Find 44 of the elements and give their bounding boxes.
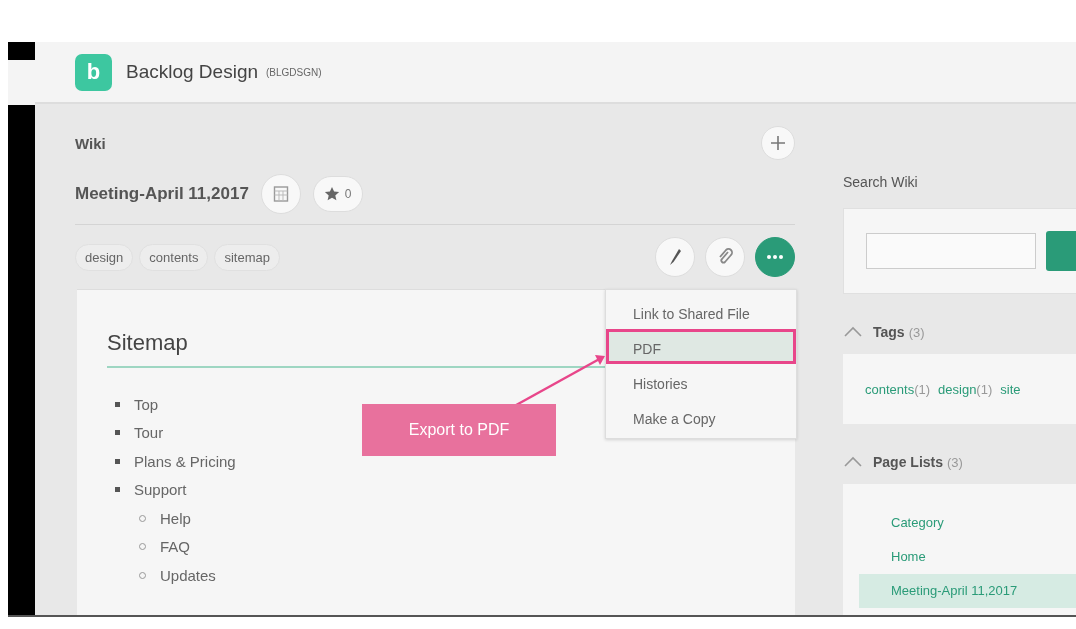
bullet-icon: [115, 487, 120, 493]
bullet-icon: [115, 401, 120, 407]
more-button[interactable]: [755, 237, 795, 277]
page-title: Meeting-April 11,2017: [75, 184, 249, 204]
pen-icon[interactable]: [655, 237, 695, 277]
list-item: Help: [160, 509, 191, 527]
search-title: Search Wiki: [843, 174, 919, 190]
tag-chip[interactable]: design: [75, 243, 134, 271]
paperclip-icon[interactable]: [705, 237, 745, 277]
tag-chip[interactable]: sitemap: [214, 243, 280, 271]
list-item: FAQ: [160, 538, 190, 556]
search-field[interactable]: [866, 233, 1036, 269]
star-icon: [323, 186, 340, 202]
section-title: Tags: [873, 324, 905, 340]
menu-item[interactable]: Link to Shared File: [606, 294, 796, 329]
list-item: Plans & Pricing: [134, 452, 236, 470]
menu-item[interactable]: Make a Copy: [606, 399, 796, 434]
section-count: (3): [908, 324, 925, 340]
dots-icon: [766, 254, 784, 260]
callout-label: Export to PDF: [362, 404, 556, 456]
list-item: Tour: [134, 424, 164, 442]
bullet-icon: [115, 458, 120, 464]
bullet-icon: [115, 430, 120, 436]
page-link[interactable]: Meeting-April 11,2017: [859, 574, 1076, 608]
menu-item[interactable]: PDF: [606, 329, 796, 364]
section-count: (3): [947, 454, 963, 470]
tag-link[interactable]: site: [1000, 381, 1021, 397]
tag-chip[interactable]: contents: [139, 243, 209, 271]
list-item: Top: [134, 395, 159, 413]
tag-link[interactable]: design(1): [938, 381, 993, 397]
section-title: Page Lists: [873, 454, 944, 470]
chevron-up-icon[interactable]: [843, 326, 863, 338]
calendar-icon[interactable]: [260, 174, 301, 214]
project-name: Backlog Design: [126, 61, 259, 83]
section-title: Wiki: [75, 134, 106, 152]
list-item: Support: [134, 481, 187, 499]
page-link[interactable]: Category: [859, 506, 1076, 540]
tag-link[interactable]: contents(1): [865, 381, 931, 397]
project-key: (BLGDSGN): [266, 66, 322, 78]
chevron-up-icon[interactable]: [843, 456, 863, 468]
list-item: Updates: [160, 566, 216, 584]
page-link[interactable]: Home: [859, 540, 1076, 574]
star-button[interactable]: 0: [312, 176, 363, 212]
add-icon[interactable]: [761, 126, 795, 160]
